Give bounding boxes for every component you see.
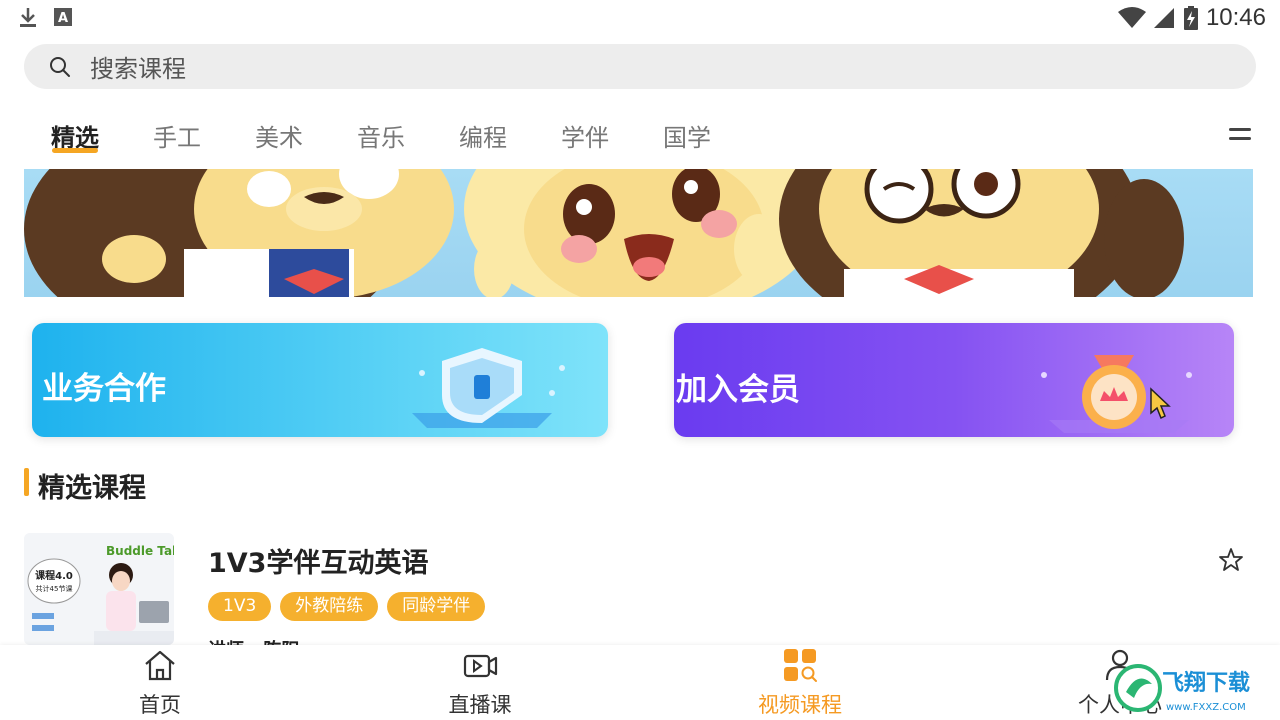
menu-icon[interactable] <box>1229 128 1251 144</box>
nav-video-courses-label: 视频课程 <box>758 693 842 717</box>
nav-home-label: 首页 <box>139 693 181 717</box>
course-tag: 外教陪练 <box>280 592 379 621</box>
join-membership-card[interactable]: 加入会员 <box>674 323 1234 437</box>
course-title[interactable]: 1V3学伴互动英语 <box>208 541 428 580</box>
nav-home[interactable]: 首页 <box>60 645 260 720</box>
a-box-icon: A <box>54 8 72 26</box>
join-membership-label: 加入会员 <box>676 372 800 408</box>
download-icon <box>20 8 36 27</box>
nav-live-class-label: 直播课 <box>448 693 512 717</box>
thumbnail-badge-line1: 课程4.0 <box>35 569 73 582</box>
watermark-subtext: www.FXXZ.COM <box>1166 702 1246 713</box>
home-icon <box>145 650 175 681</box>
course-tag: 1V3 <box>208 592 272 621</box>
thumbnail-brand: Buddle Talk <box>106 544 174 558</box>
search-icon <box>50 56 70 77</box>
tab-handcraft[interactable]: 手工 <box>153 118 201 153</box>
tab-study-buddy[interactable]: 学伴 <box>561 118 609 153</box>
cell-signal-icon <box>1153 8 1174 28</box>
app-screen: A 10:46 搜索课程 精选 手工 美术 音乐 编程 学伴 国学 业务合作 加… <box>0 0 1280 720</box>
tab-chinese-classics[interactable]: 国学 <box>663 118 711 153</box>
battery-charging-icon <box>1183 6 1198 30</box>
crown-medal-icon <box>1041 355 1192 433</box>
business-cooperation-card[interactable]: 业务合作 <box>32 323 608 437</box>
svg-text:A: A <box>58 11 68 26</box>
wifi-icon <box>1117 7 1146 28</box>
course-thumbnail-art: Buddle Talk 课程4.0 共计45节课 <box>24 533 174 645</box>
section-title: 精选课程 <box>38 473 146 504</box>
status-right: 10:46 <box>1117 4 1266 32</box>
section-accent-bar <box>24 468 29 496</box>
nav-live-class[interactable]: 直播课 <box>380 645 580 720</box>
watermark-logo: 飞翔下载 www.FXXZ.COM <box>1112 660 1280 720</box>
search-placeholder: 搜索课程 <box>90 55 186 83</box>
nav-video-courses[interactable]: 视频课程 <box>700 645 900 720</box>
thumbnail-badge-line2: 共计45节课 <box>36 584 73 593</box>
tab-programming[interactable]: 编程 <box>459 118 507 153</box>
course-tag: 同龄学伴 <box>387 592 486 621</box>
tab-music[interactable]: 音乐 <box>357 118 405 153</box>
bottom-navigation: 首页 直播课 视频课程 个人中心 <box>0 645 1280 720</box>
course-thumbnail[interactable]: Buddle Talk 课程4.0 共计45节课 <box>24 533 174 645</box>
grid-search-icon <box>784 649 817 682</box>
video-camera-icon <box>463 654 498 678</box>
status-bar: A 10:46 <box>0 0 1280 36</box>
active-tab-indicator <box>52 148 98 153</box>
search-bar[interactable]: 搜索课程 <box>24 44 1256 89</box>
tab-art[interactable]: 美术 <box>255 118 303 153</box>
status-time: 10:46 <box>1205 4 1266 31</box>
status-left-icons: A <box>18 6 72 28</box>
category-tabs: 精选 手工 美术 音乐 编程 学伴 国学 <box>0 110 1280 160</box>
shield-icon <box>412 348 565 428</box>
watermark-text: 飞翔下载 <box>1162 670 1250 696</box>
favorite-star-icon[interactable] <box>1218 547 1244 573</box>
banner-illustration <box>24 169 1184 297</box>
mouse-cursor-icon <box>1150 387 1171 420</box>
course-tags: 1V3 外教陪练 同龄学伴 <box>208 592 486 621</box>
business-cooperation-label: 业务合作 <box>42 371 166 407</box>
banner-carousel[interactable] <box>24 169 1253 297</box>
